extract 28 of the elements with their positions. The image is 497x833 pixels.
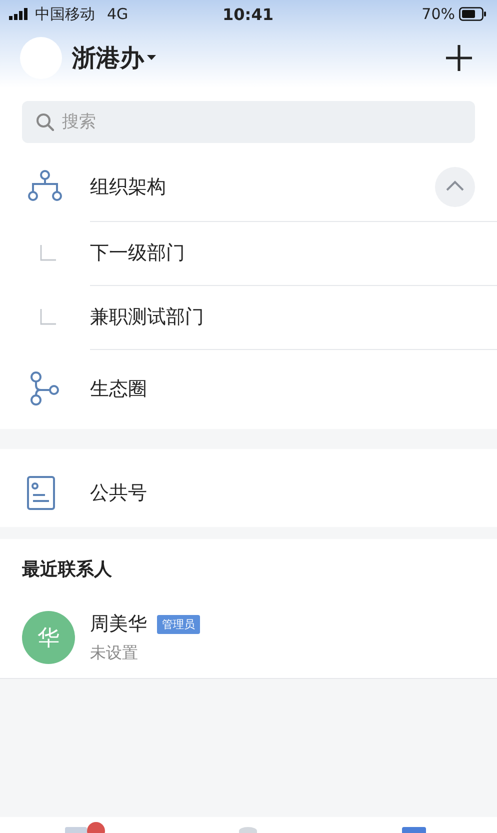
collapse-icon[interactable]	[435, 167, 475, 207]
role-tag: 管理员	[157, 614, 200, 634]
section-heading: 最近联系人	[21, 558, 113, 582]
directory-item[interactable]: 组织架构	[0, 153, 497, 221]
carrier-name: 中国移动	[35, 4, 95, 24]
hierarchy-icon	[28, 170, 62, 201]
contact-status: 未设置	[90, 643, 139, 664]
department-item[interactable]: 兼职测试部门	[0, 285, 497, 349]
search-icon	[36, 113, 54, 131]
org-switcher[interactable]: 浙港办	[72, 42, 156, 74]
tree-branch-icon	[40, 245, 56, 261]
directory-item[interactable]: 生态圈	[0, 349, 497, 429]
plus-icon[interactable]	[445, 44, 473, 72]
clock-time: 10:41	[222, 4, 274, 24]
battery-icon	[459, 7, 487, 21]
contact-name: 周美华	[90, 612, 147, 637]
department-item[interactable]: 下一级部门	[0, 221, 497, 285]
search-field[interactable]: 搜索	[60, 111, 475, 133]
search-bar[interactable]: 搜索	[22, 101, 475, 143]
tree-branch-icon	[40, 309, 56, 325]
branch-icon	[30, 372, 59, 406]
network-type: 4G	[107, 5, 128, 23]
document-icon	[27, 476, 55, 510]
caret-icon	[147, 55, 156, 61]
contacts-tab-icon[interactable]	[402, 827, 426, 833]
battery-percent: 70%	[422, 5, 455, 23]
public-account-item[interactable]: 公共号	[0, 459, 497, 527]
avatar-circle: 华	[22, 611, 75, 664]
